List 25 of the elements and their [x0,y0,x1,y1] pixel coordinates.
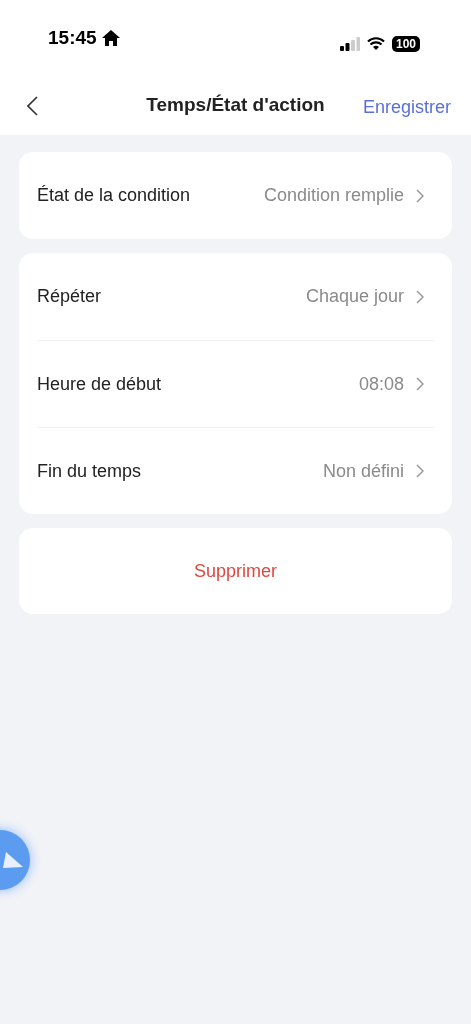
chevron-right-icon [416,188,424,203]
page-title: Temps/État d'action [146,93,325,118]
row-value: Chaque jour [305,285,404,308]
chevron-right-icon [416,377,424,391]
status-time: 15:45 [48,25,97,50]
settings-row[interactable]: Répéter Chaque jour [37,253,434,340]
battery-indicator: 100 [391,36,420,52]
chevron-right-icon [416,289,424,304]
wifi-icon [366,37,385,51]
row-label: Heure de début [37,372,162,396]
chevron-right-icon [416,464,424,478]
row-label: Répéter [37,285,102,308]
row-value: 08:08 [358,372,404,396]
settings-row[interactable]: Fin du temps Non défini [37,427,434,514]
settings-row[interactable]: Heure de début 08:08 [37,340,434,427]
row-label: État de la condition [37,184,191,207]
delete-button[interactable]: Supprimer [19,528,452,614]
home-icon [100,28,121,47]
signal-icon [339,37,360,51]
row-label: Fin du temps [37,459,142,483]
triangle-icon [2,851,24,869]
back-icon [26,96,38,116]
save-button[interactable]: Enregistrer [362,94,451,121]
row-value: Condition remplie [263,184,404,207]
row-value: Non défini [322,459,404,483]
